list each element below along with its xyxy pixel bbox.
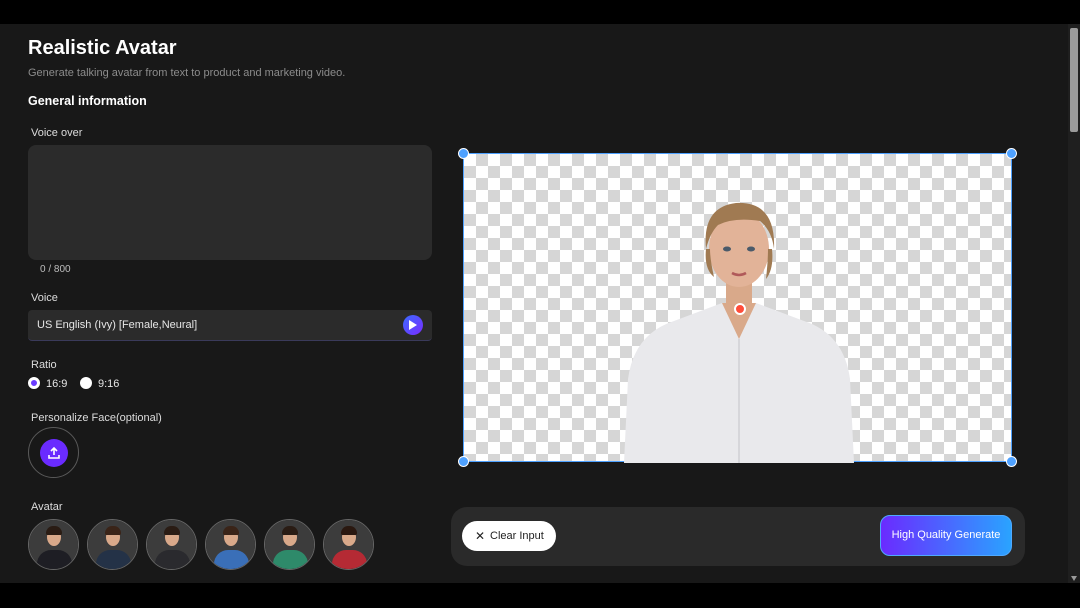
- app-window: Realistic Avatar Generate talking avatar…: [0, 24, 1080, 583]
- voice-selected-value: US English (Ivy) [Female,Neural]: [37, 319, 198, 331]
- avatar-man-tie[interactable]: [146, 519, 197, 570]
- page-subtitle: Generate talking avatar from text to pro…: [28, 67, 346, 79]
- avatar-preview-canvas[interactable]: [458, 148, 1017, 467]
- avatar-woman-blue[interactable]: [205, 519, 256, 570]
- upload-icon: [48, 446, 60, 459]
- resize-handle-bottom-left[interactable]: [458, 456, 469, 467]
- scrollbar-thumb[interactable]: [1070, 28, 1078, 132]
- play-icon: [409, 320, 417, 330]
- vertical-scrollbar[interactable]: [1068, 24, 1080, 583]
- scroll-down-arrow-icon[interactable]: [1071, 576, 1077, 581]
- voice-select[interactable]: US English (Ivy) [Female,Neural]: [28, 310, 432, 341]
- close-icon: ✕: [475, 529, 486, 543]
- face-upload[interactable]: [28, 427, 79, 478]
- radio-unselected[interactable]: [80, 377, 92, 389]
- avatar-preview-image: [624, 202, 854, 463]
- avatar-man-dark-suit[interactable]: [28, 519, 79, 570]
- character-counter: 0 / 800: [40, 264, 71, 275]
- voice-preview-button[interactable]: [403, 315, 423, 335]
- section-heading: General information: [28, 94, 147, 108]
- ratio-option-label: 16:9: [46, 378, 68, 390]
- anchor-point[interactable]: [734, 303, 746, 315]
- avatar-man-blue-suit[interactable]: [87, 519, 138, 570]
- avatar-label: Avatar: [31, 501, 63, 513]
- avatar-woman-red[interactable]: [323, 519, 374, 570]
- ratio-label: Ratio: [31, 359, 57, 371]
- resize-handle-top-left[interactable]: [458, 148, 469, 159]
- clear-input-button[interactable]: ✕ Clear Input: [462, 521, 556, 551]
- resize-handle-top-right[interactable]: [1006, 148, 1017, 159]
- action-bar: ✕ Clear Input High Quality Generate: [451, 507, 1025, 566]
- upload-button[interactable]: [40, 439, 68, 467]
- avatar-woman-green[interactable]: [264, 519, 315, 570]
- voice-over-textarea[interactable]: [28, 145, 432, 260]
- voice-label: Voice: [31, 292, 58, 304]
- resize-handle-bottom-right[interactable]: [1006, 456, 1017, 467]
- ratio-option-label: 9:16: [98, 378, 120, 390]
- high-quality-generate-button[interactable]: High Quality Generate: [880, 515, 1012, 556]
- page-title: Realistic Avatar: [28, 37, 177, 59]
- radio-selected[interactable]: [28, 377, 40, 389]
- personalize-face-label: Personalize Face(optional): [31, 412, 162, 424]
- clear-input-label: Clear Input: [490, 530, 544, 542]
- voice-over-label: Voice over: [31, 127, 83, 139]
